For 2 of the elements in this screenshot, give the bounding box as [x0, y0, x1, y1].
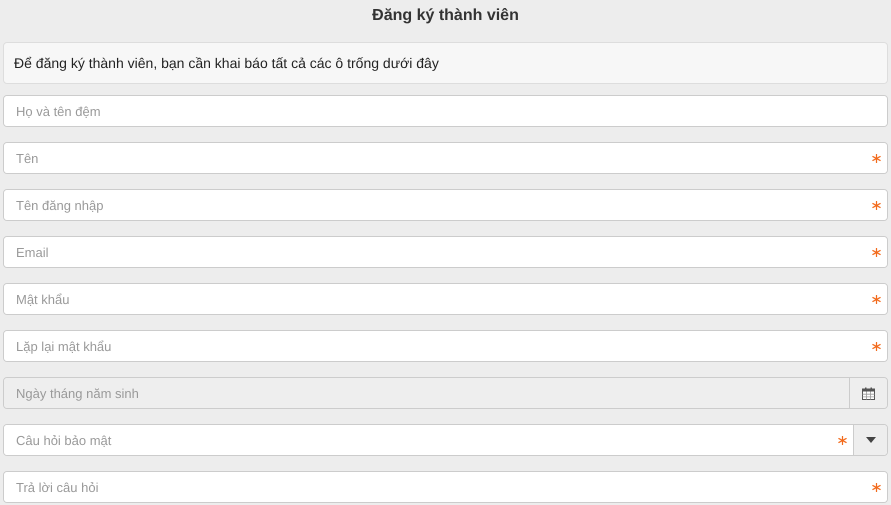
form-title: Đăng ký thành viên: [372, 6, 519, 26]
notice-text: Để đăng ký thành viên, bạn cần khai báo tất cả các ô trống dưới đây: [14, 54, 439, 73]
